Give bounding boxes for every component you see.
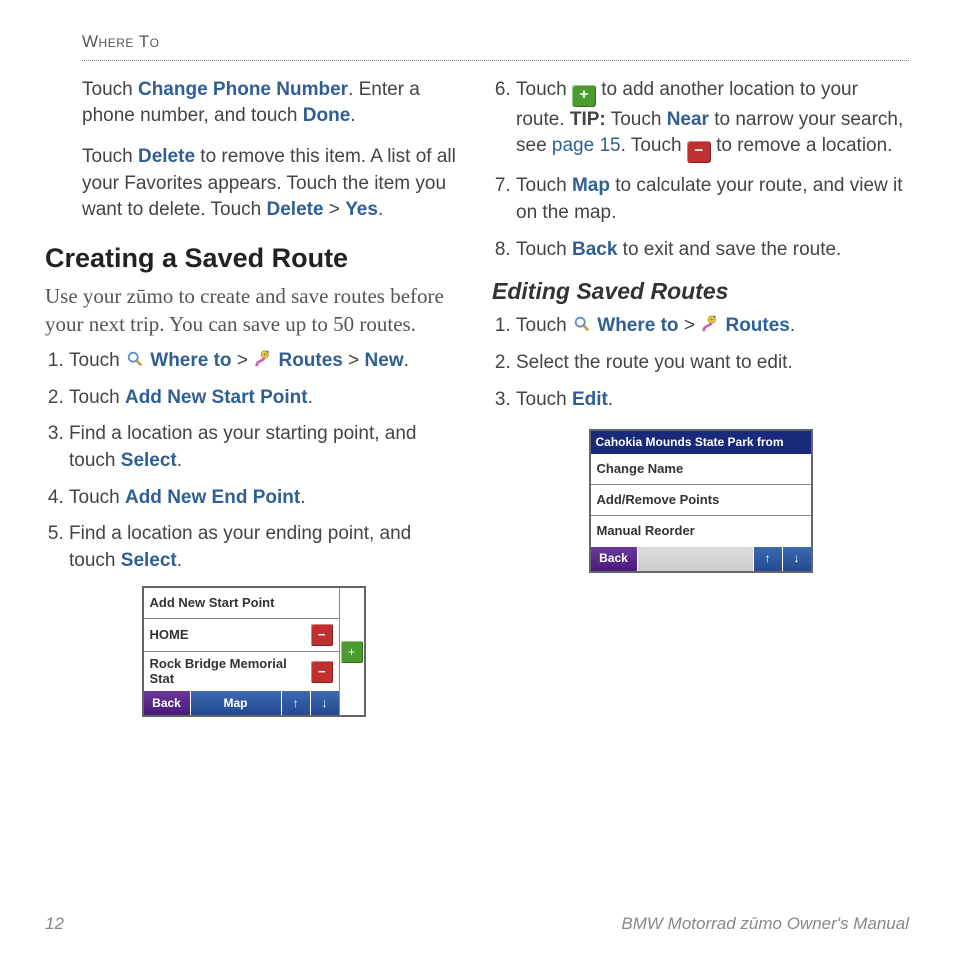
step: Touch Map to calculate your route, and v… xyxy=(516,173,909,226)
ui-ref: Edit xyxy=(572,389,608,410)
back-button: Back xyxy=(144,691,191,715)
device-nav: Back Map ↑ ↓ xyxy=(144,691,339,715)
route-icon xyxy=(700,315,720,333)
subsection-title: Editing Saved Routes xyxy=(492,275,909,307)
manual-title: BMW Motorrad zūmo Owner's Manual xyxy=(621,912,909,936)
step: Touch Edit. xyxy=(516,387,909,414)
ui-ref: Where to xyxy=(592,315,679,336)
list-item: Change Name xyxy=(591,454,811,485)
section-header: Where To xyxy=(82,30,909,54)
step: Find a location as your ending point, an… xyxy=(69,521,462,574)
page-number: 12 xyxy=(45,912,64,936)
map-button: Map xyxy=(191,691,282,715)
ui-ref: Routes xyxy=(720,315,790,336)
header-divider xyxy=(82,60,909,61)
down-arrow-icon: ↓ xyxy=(311,691,339,715)
steps-list: Touch + to add another location to your … xyxy=(492,77,909,263)
list-item: HOME− xyxy=(144,619,339,652)
ui-ref: Select xyxy=(121,450,177,471)
step: Touch Back to exit and save the route. xyxy=(516,237,909,264)
paragraph: Touch Change Phone Number. Enter a phone… xyxy=(82,77,462,130)
list-item: Manual Reorder xyxy=(591,516,811,546)
add-icon: + xyxy=(341,641,363,663)
device-screenshot: Add New Start Point HOME− Rock Bridge Me… xyxy=(142,586,366,717)
step: Select the route you want to edit. xyxy=(516,350,909,377)
device-screenshot: Cahokia Mounds State Park from Change Na… xyxy=(589,429,813,572)
minus-icon: − xyxy=(687,141,711,163)
step: Touch Where to > Routes. xyxy=(516,313,909,340)
ui-ref: Change Phone Number xyxy=(138,79,348,100)
ui-ref: Near xyxy=(667,109,709,130)
ui-ref: Routes xyxy=(273,350,343,371)
magnifier-icon xyxy=(572,315,592,333)
step: Touch Add New End Point. xyxy=(69,485,462,512)
down-arrow-icon: ↓ xyxy=(783,547,811,571)
ui-ref: Done xyxy=(303,105,351,126)
step: Touch + to add another location to your … xyxy=(516,77,909,164)
steps-list: Touch Where to > Routes. Select the rout… xyxy=(492,313,909,413)
ui-ref: Yes xyxy=(345,199,378,220)
route-icon xyxy=(253,350,273,368)
list-item: Add New Start Point xyxy=(144,588,339,619)
remove-icon: − xyxy=(311,661,332,683)
steps-list: Touch Where to > Routes > New. Touch Add… xyxy=(45,348,462,574)
device-title: Cahokia Mounds State Park from xyxy=(591,431,811,454)
ui-ref: Select xyxy=(121,550,177,571)
step: Touch Add New Start Point. xyxy=(69,385,462,412)
back-button: Back xyxy=(591,547,638,571)
ui-ref: Back xyxy=(572,239,617,260)
ui-ref: Delete xyxy=(267,199,324,220)
step: Touch Where to > Routes > New. xyxy=(69,348,462,375)
section-title: Creating a Saved Route xyxy=(45,240,462,278)
nav-spacer xyxy=(638,547,754,571)
paragraph: Touch Delete to remove this item. A list… xyxy=(82,144,462,224)
magnifier-icon xyxy=(125,350,145,368)
ui-ref: New xyxy=(365,350,404,371)
list-item: Add/Remove Points xyxy=(591,485,811,516)
remove-icon: − xyxy=(311,624,333,646)
section-intro: Use your zūmo to create and save routes … xyxy=(45,282,462,339)
up-arrow-icon: ↑ xyxy=(754,547,783,571)
page-footer: 12 BMW Motorrad zūmo Owner's Manual xyxy=(45,912,909,936)
ui-ref: Map xyxy=(572,175,610,196)
ui-ref: Add New Start Point xyxy=(125,387,308,408)
page-link[interactable]: page 15 xyxy=(552,135,621,156)
plus-icon: + xyxy=(572,85,596,107)
ui-ref: Delete xyxy=(138,146,195,167)
up-arrow-icon: ↑ xyxy=(282,691,311,715)
ui-ref: Where to xyxy=(145,350,232,371)
list-item: Rock Bridge Memorial Stat− xyxy=(144,652,339,691)
ui-ref: Add New End Point xyxy=(125,487,300,508)
tip-label: TIP: xyxy=(570,109,606,130)
step: Find a location as your starting point, … xyxy=(69,421,462,474)
device-nav: Back ↑ ↓ xyxy=(591,547,811,571)
